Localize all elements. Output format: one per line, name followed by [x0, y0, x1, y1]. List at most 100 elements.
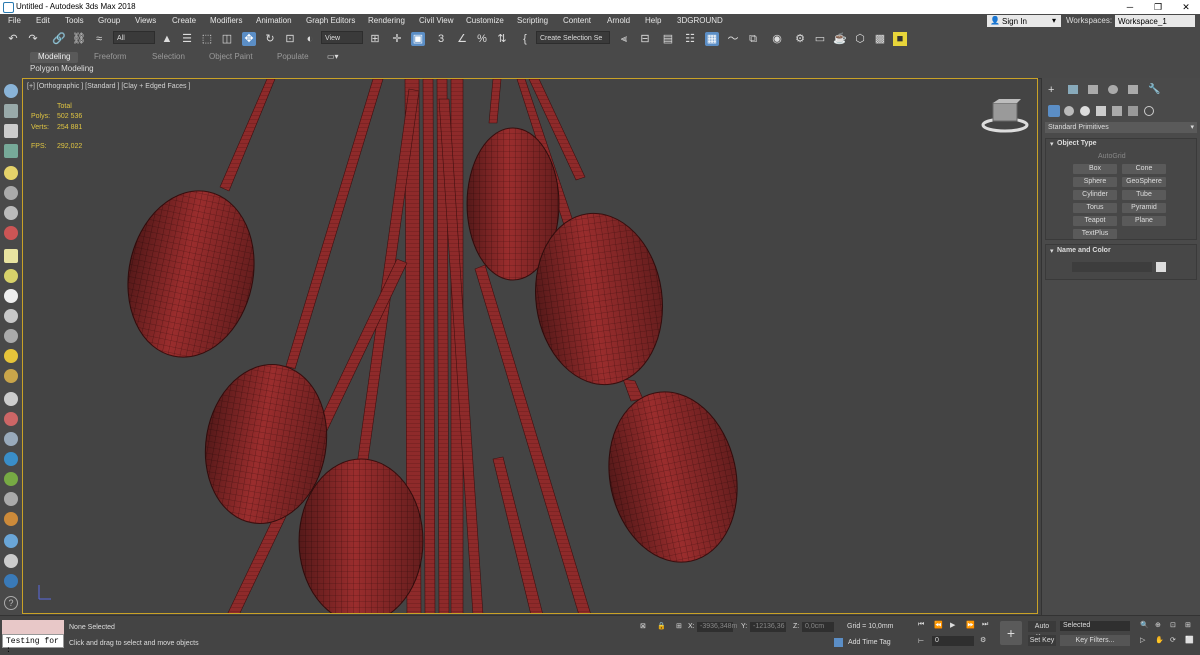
menu-arnold[interactable]: Arnold — [607, 16, 630, 25]
layer-explorer-icon[interactable]: ☷ — [683, 32, 697, 46]
go-to-end-icon[interactable]: ⏭ — [982, 621, 988, 629]
set-key-button[interactable]: Set Key — [1028, 635, 1056, 646]
z-coordinate-input[interactable]: 0,0cm — [802, 622, 834, 632]
object-name-input[interactable] — [1072, 262, 1152, 272]
particle-icon[interactable] — [4, 492, 18, 506]
menu-rendering[interactable]: Rendering — [368, 16, 405, 25]
undo-icon[interactable]: ↶ — [6, 32, 20, 46]
sphere-button[interactable]: Sphere — [1073, 177, 1117, 187]
maxscript-listener-swatch[interactable] — [2, 620, 64, 634]
name-color-title[interactable]: Name and Color — [1057, 247, 1111, 254]
close-icon[interactable]: ✕ — [1172, 0, 1200, 14]
workspace-dropdown[interactable]: Workspace_1 — [1115, 15, 1195, 27]
zoom-all-icon[interactable]: ⊕ — [1155, 621, 1161, 629]
plant-icon[interactable] — [4, 472, 18, 486]
brush-icon[interactable] — [4, 392, 18, 406]
zoom-icon[interactable]: 🔍 — [1140, 621, 1149, 629]
absolute-mode-icon[interactable]: ⊞ — [676, 622, 682, 630]
extra-tool-icon[interactable]: ■ — [893, 32, 907, 46]
geometry-icon[interactable] — [4, 249, 18, 263]
render-cloud-icon[interactable]: ▩ — [873, 32, 887, 46]
field-of-view-icon[interactable]: ▷ — [1140, 636, 1145, 644]
link-icon[interactable]: 🔗 — [52, 32, 66, 46]
app-icon[interactable] — [3, 2, 14, 13]
menu-civil-view[interactable]: Civil View — [419, 16, 454, 25]
menu-group[interactable]: Group — [98, 16, 120, 25]
sign-in-dropdown[interactable]: 👤 Sign In ▾ — [987, 15, 1061, 27]
torus-button[interactable]: Torus — [1073, 203, 1117, 213]
create-tab-icon[interactable]: + — [1048, 84, 1054, 96]
material-editor-icon[interactable]: ◉ — [770, 32, 784, 46]
schematic-view-icon[interactable]: ⧉ — [746, 32, 760, 46]
display-icon[interactable] — [4, 104, 18, 118]
scene-explorer-icon[interactable] — [4, 84, 18, 98]
redo-icon[interactable]: ↷ — [26, 32, 40, 46]
shape-icon[interactable] — [4, 269, 18, 283]
minimize-icon[interactable]: ─ — [1116, 0, 1144, 14]
x-coordinate-input[interactable]: -3936,348m — [697, 622, 737, 632]
spacewarps-category-icon[interactable] — [1128, 106, 1138, 116]
textplus-button[interactable]: TextPlus — [1073, 229, 1117, 239]
geosphere-button[interactable]: GeoSphere — [1122, 177, 1166, 187]
play-icon[interactable]: ▶ — [950, 621, 955, 629]
hierarchy-icon[interactable] — [4, 144, 18, 158]
lock-icon[interactable]: 🔒 — [657, 622, 666, 630]
time-config-icon[interactable]: ⚙ — [980, 636, 986, 644]
ribbon-panel-title[interactable]: Polygon Modeling — [30, 64, 94, 73]
maximize-viewport-icon[interactable]: ⬜ — [1185, 636, 1194, 644]
motion-tab-icon[interactable] — [1108, 85, 1118, 94]
pyramid-button[interactable]: Pyramid — [1122, 203, 1166, 213]
tab-object-paint[interactable]: Object Paint — [209, 52, 253, 63]
menu-modifiers[interactable]: Modifiers — [210, 16, 242, 25]
render-production-icon[interactable]: ☕ — [833, 32, 847, 46]
previous-frame-icon[interactable]: ⏪ — [934, 621, 943, 629]
orbit-icon[interactable]: ⟳ — [1170, 636, 1176, 644]
lights-category-icon[interactable] — [1080, 106, 1090, 116]
placement-icon[interactable]: ◐ — [303, 32, 317, 46]
utilities-tab-icon[interactable]: 🔧 — [1148, 84, 1160, 95]
current-frame-input[interactable]: 0 — [932, 636, 974, 646]
tube-button[interactable]: Tube — [1122, 190, 1166, 200]
bind-space-warp-icon[interactable]: ≈ — [92, 32, 106, 46]
menu-graph-editors[interactable]: Graph Editors — [306, 16, 355, 25]
selection-filter-dropdown[interactable]: All — [113, 31, 155, 44]
key-filters-button[interactable]: Key Filters... — [1060, 635, 1130, 646]
view-cube[interactable] — [981, 99, 1029, 133]
ribbon-options-icon[interactable]: ▭▾ — [327, 52, 339, 63]
environment-icon[interactable] — [4, 574, 18, 588]
manipulate-icon[interactable]: ✛ — [390, 32, 404, 46]
spacewarp-icon[interactable] — [4, 226, 18, 240]
menu-scripting[interactable]: Scripting — [517, 16, 548, 25]
go-to-start-icon[interactable]: ⏮ — [918, 621, 924, 629]
y-coordinate-input[interactable]: -12136,36 — [750, 622, 786, 632]
rect-selection-icon[interactable]: ⬚ — [200, 32, 214, 46]
globe-icon[interactable] — [4, 452, 18, 466]
viewport-label[interactable]: [+] [Orthographic ] [Standard ] [Clay + … — [27, 83, 190, 90]
render-setup-icon[interactable]: ⚙ — [793, 32, 807, 46]
cameras-category-icon[interactable] — [1096, 106, 1106, 116]
geometry-category-icon[interactable] — [1048, 105, 1060, 117]
time-tag-icon[interactable] — [834, 638, 843, 647]
tab-populate[interactable]: Populate — [277, 52, 309, 63]
sort-icon[interactable] — [4, 124, 18, 138]
keyboard-shortcut-override-icon[interactable]: ▣ — [411, 32, 425, 46]
render-iterative-icon[interactable]: ⬡ — [853, 32, 867, 46]
window-crossing-icon[interactable]: ◫ — [220, 32, 234, 46]
display-tab-icon[interactable] — [1128, 85, 1138, 94]
percent-snap-icon[interactable]: % — [475, 32, 489, 46]
select-rotate-icon[interactable]: ↻ — [263, 32, 277, 46]
ribbon-toggle-icon[interactable]: ▦ — [705, 32, 719, 46]
unlink-icon[interactable]: ⛓ — [72, 32, 86, 46]
primitive-type-dropdown[interactable]: Standard Primitives ▾ — [1045, 122, 1197, 133]
pivot-center-icon[interactable]: ⊞ — [368, 32, 382, 46]
menu-views[interactable]: Views — [135, 16, 156, 25]
set-key-big-button[interactable]: + — [1000, 621, 1022, 645]
select-scale-icon[interactable]: ⊡ — [283, 32, 297, 46]
paint-icon[interactable] — [4, 412, 18, 426]
align-icon[interactable]: ⊟ — [638, 32, 652, 46]
light-icon[interactable] — [4, 166, 18, 180]
spinner-snap-icon[interactable]: ⇅ — [495, 32, 509, 46]
dark-sphere-icon[interactable] — [4, 554, 18, 568]
bone-icon[interactable] — [4, 432, 18, 446]
rendered-frame-window-icon[interactable]: ▭ — [813, 32, 827, 46]
